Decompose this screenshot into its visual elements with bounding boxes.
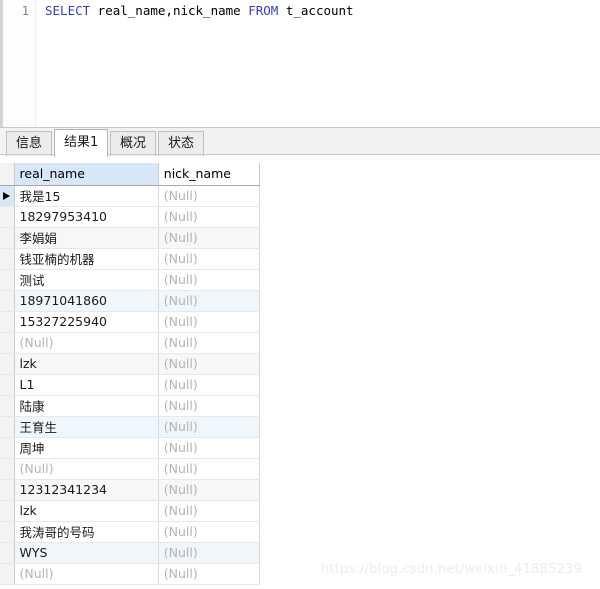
cell-nick-name[interactable]: (Null) xyxy=(158,395,261,417)
row-selector-cell[interactable] xyxy=(0,458,15,480)
cell-real-name[interactable]: 18971041860 xyxy=(14,290,159,312)
cell-nick-name[interactable]: (Null) xyxy=(158,374,261,396)
row-selector-cell[interactable] xyxy=(0,374,15,396)
row-selector-cell[interactable] xyxy=(0,185,15,207)
cell-real-name[interactable]: lzk xyxy=(14,500,159,522)
cell-nick-name[interactable]: (Null) xyxy=(158,563,261,585)
table-row[interactable]: (Null) (Null) xyxy=(0,332,261,354)
table-row[interactable]: 18297953410 (Null) xyxy=(0,206,261,228)
cell-real-name[interactable]: 陆康 xyxy=(14,395,159,417)
table-row[interactable]: 我涛哥的号码 (Null) xyxy=(0,521,261,543)
cell-real-name[interactable]: lzk xyxy=(14,353,159,375)
table-row[interactable]: 周坤 (Null) xyxy=(0,437,261,459)
cell-nick-name[interactable]: (Null) xyxy=(158,269,261,291)
sql-statement-line[interactable]: SELECT real_name,nick_name FROM t_accoun… xyxy=(45,3,354,19)
row-selector-cell[interactable] xyxy=(0,311,15,333)
cell-nick-name[interactable]: (Null) xyxy=(158,185,261,207)
result-table-header: real_name nick_name xyxy=(0,163,261,186)
cell-real-name[interactable]: (Null) xyxy=(14,563,159,585)
line-number-1: 1 xyxy=(21,4,29,18)
row-selector-cell[interactable] xyxy=(0,290,15,312)
tab-profile[interactable]: 概况 xyxy=(110,131,157,156)
current-row-arrow-icon xyxy=(3,192,11,200)
table-row[interactable]: (Null) (Null) xyxy=(0,458,261,480)
row-selector-cell[interactable] xyxy=(0,542,15,564)
table-row[interactable]: L1 (Null) xyxy=(0,374,261,396)
cell-real-name[interactable]: 12312341234 xyxy=(14,479,159,501)
table-row[interactable]: 王育生 (Null) xyxy=(0,416,261,438)
table-row[interactable]: 我是15 (Null) xyxy=(0,185,261,207)
cell-real-name[interactable]: 王育生 xyxy=(14,416,159,438)
cell-nick-name[interactable]: (Null) xyxy=(158,521,261,543)
cell-real-name[interactable]: 钱亚楠的机器 xyxy=(14,248,159,270)
cell-real-name[interactable]: 我涛哥的号码 xyxy=(14,521,159,543)
table-row[interactable]: (Null) (Null) xyxy=(0,563,261,585)
cell-nick-name[interactable]: (Null) xyxy=(158,353,261,375)
table-row[interactable]: 测试 (Null) xyxy=(0,269,261,291)
cell-real-name[interactable]: 李娟娟 xyxy=(14,227,159,249)
cell-nick-name[interactable]: (Null) xyxy=(158,311,261,333)
cell-real-name[interactable]: 周坤 xyxy=(14,437,159,459)
sql-editor[interactable]: 1 SELECT real_name,nick_name FROM t_acco… xyxy=(0,0,600,127)
cell-nick-name[interactable]: (Null) xyxy=(158,416,261,438)
table-row[interactable]: 钱亚楠的机器 (Null) xyxy=(0,248,261,270)
row-selector-cell[interactable] xyxy=(0,248,15,270)
sql-column-list: real_name,nick_name xyxy=(90,3,249,18)
table-row[interactable]: WYS (Null) xyxy=(0,542,261,564)
row-selector-cell[interactable] xyxy=(0,416,15,438)
row-selector-cell[interactable] xyxy=(0,437,15,459)
table-row[interactable]: 12312341234 (Null) xyxy=(0,479,261,501)
result-tabbar: 信息 结果1 概况 状态 xyxy=(0,127,600,157)
sql-table-name: t_account xyxy=(278,3,354,18)
row-selector-cell[interactable] xyxy=(0,521,15,543)
cell-real-name[interactable]: (Null) xyxy=(14,332,159,354)
cell-real-name[interactable]: 我是15 xyxy=(14,185,159,207)
cell-nick-name[interactable]: (Null) xyxy=(158,437,261,459)
row-selector-cell[interactable] xyxy=(0,206,15,228)
result-table[interactable]: real_name nick_name 我是15 (Null) 1829795341… xyxy=(0,163,261,585)
cell-nick-name[interactable]: (Null) xyxy=(158,332,261,354)
tab-info[interactable]: 信息 xyxy=(6,131,53,156)
table-row[interactable]: lzk (Null) xyxy=(0,353,261,375)
sql-keyword-from: FROM xyxy=(248,3,279,18)
cell-nick-name[interactable]: (Null) xyxy=(158,206,261,228)
row-gutter-header xyxy=(0,163,15,186)
cell-nick-name[interactable]: (Null) xyxy=(158,500,261,522)
row-selector-cell[interactable] xyxy=(0,479,15,501)
table-row[interactable]: 李娟娟 (Null) xyxy=(0,227,261,249)
cell-nick-name[interactable]: (Null) xyxy=(158,458,261,480)
row-selector-cell[interactable] xyxy=(0,500,15,522)
result-table-body[interactable]: 我是15 (Null) 18297953410 (Null) 李娟娟 (Null) 钱亚楠的… xyxy=(0,185,261,585)
table-row[interactable]: 15327225940 (Null) xyxy=(0,311,261,333)
column-header-nick-name[interactable]: nick_name xyxy=(158,163,261,186)
cell-real-name[interactable]: L1 xyxy=(14,374,159,396)
tab-result-1[interactable]: 结果1 xyxy=(54,129,109,157)
row-selector-cell[interactable] xyxy=(0,353,15,375)
cell-real-name[interactable]: WYS xyxy=(14,542,159,564)
sql-keyword-select: SELECT xyxy=(45,3,91,18)
table-row[interactable]: 18971041860 (Null) xyxy=(0,290,261,312)
cell-real-name[interactable]: 18297953410 xyxy=(14,206,159,228)
row-selector-cell[interactable] xyxy=(0,563,15,585)
cell-real-name[interactable]: 15327225940 xyxy=(14,311,159,333)
row-selector-cell[interactable] xyxy=(0,269,15,291)
cell-nick-name[interactable]: (Null) xyxy=(158,227,261,249)
header-row: real_name nick_name xyxy=(0,163,261,186)
cell-nick-name[interactable]: (Null) xyxy=(158,290,261,312)
column-header-real-name[interactable]: real_name xyxy=(14,163,159,186)
tab-status[interactable]: 状态 xyxy=(158,131,205,156)
cell-real-name[interactable]: 测试 xyxy=(14,269,159,291)
cell-nick-name[interactable]: (Null) xyxy=(158,479,261,501)
cell-nick-name[interactable]: (Null) xyxy=(158,248,261,270)
row-selector-cell[interactable] xyxy=(0,227,15,249)
row-selector-cell[interactable] xyxy=(0,395,15,417)
table-row[interactable]: lzk (Null) xyxy=(0,500,261,522)
cell-real-name[interactable]: (Null) xyxy=(14,458,159,480)
cell-nick-name[interactable]: (Null) xyxy=(158,542,261,564)
table-row[interactable]: 陆康 (Null) xyxy=(0,395,261,417)
row-selector-cell[interactable] xyxy=(0,332,15,354)
editor-line-gutter: 1 xyxy=(3,0,36,127)
result-grid[interactable]: real_name nick_name 我是15 (Null) 1829795341… xyxy=(0,156,600,589)
